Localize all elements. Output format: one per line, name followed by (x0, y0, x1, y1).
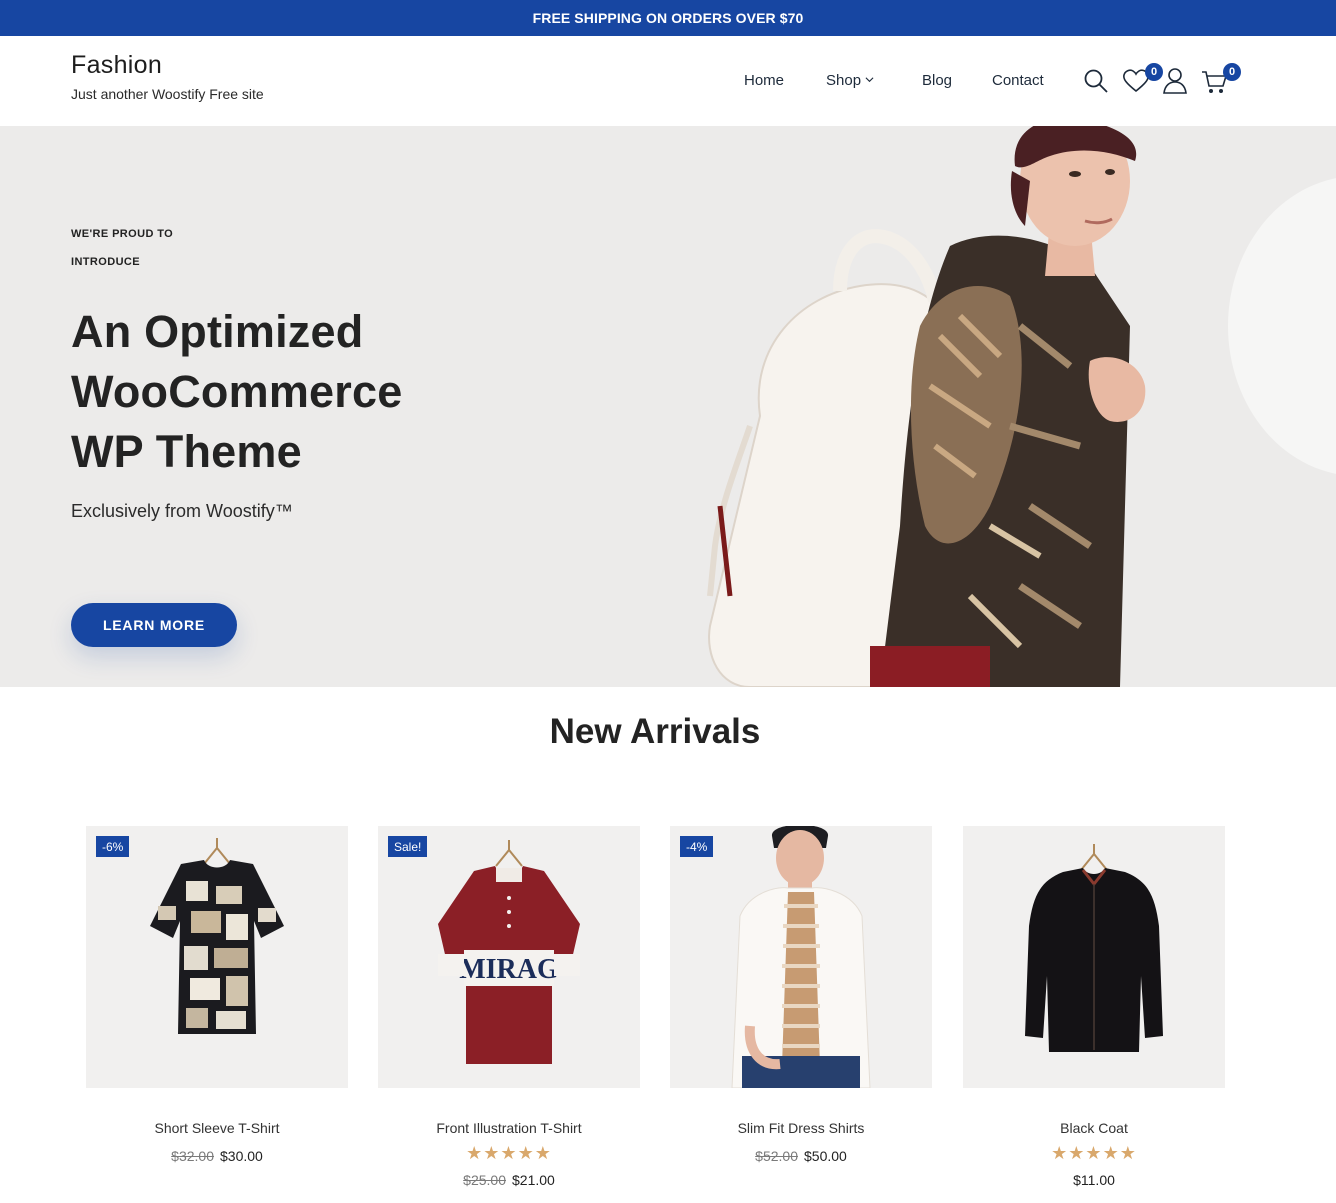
cart-count-badge: 0 (1223, 63, 1241, 81)
product-current-price: $21.00 (512, 1172, 555, 1188)
rating-stars: ★★★★★ (466, 1143, 552, 1163)
nav-contact[interactable]: Contact (992, 72, 1044, 89)
svg-text:MIRAG: MIRAG (459, 954, 559, 985)
black-coat-image (1025, 844, 1163, 1052)
site-header: Fashion Just another Woostify Free site … (0, 36, 1336, 126)
sale-badge: -6% (96, 836, 130, 857)
hero-heading: An Optimized WooCommerce WP Theme (71, 302, 541, 482)
learn-more-button[interactable]: LEARN MORE (71, 603, 237, 647)
product-image[interactable]: -4% (670, 826, 932, 1088)
hero-heading-line: WP Theme (71, 426, 302, 477)
product-old-price: $52.00 (755, 1148, 798, 1164)
product-title[interactable]: Front Illustration T-Shirt (378, 1120, 640, 1136)
product-card: -6% Short Sleeve T-Shirt $32.00 $30.00 (86, 826, 348, 1164)
search-icon[interactable] (1083, 68, 1109, 94)
product-price: $52.00 $50.00 (670, 1148, 932, 1164)
nav-home[interactable]: Home (744, 72, 784, 89)
product-card: MIRAG Sale! Front Illustration T-Shirt ★… (378, 826, 640, 1188)
site-title[interactable]: Fashion (71, 51, 264, 80)
product-old-price: $32.00 (171, 1148, 214, 1164)
product-price: $25.00 $21.00 (378, 1172, 640, 1188)
hero-banner: WE'RE PROUD TO INTRODUCE An Optimized Wo… (0, 126, 1336, 687)
site-tagline: Just another Woostify Free site (71, 86, 264, 102)
product-current-price: $30.00 (220, 1148, 263, 1164)
product-price: $11.00 (963, 1172, 1225, 1188)
chevron-down-icon (865, 77, 874, 83)
hero-decorative-shape (1228, 176, 1336, 476)
hero-kicker: WE'RE PROUD TO INTRODUCE (71, 228, 174, 268)
announcement-bar: FREE SHIPPING ON ORDERS OVER $70 (0, 0, 1336, 36)
hero-subheading: Exclusively from Woostify™ (71, 501, 293, 521)
wishlist-count-badge: 0 (1145, 63, 1163, 81)
nav-shop[interactable]: Shop (826, 72, 874, 89)
product-price: $32.00 $30.00 (86, 1148, 348, 1164)
model-white-shirt-image (731, 826, 871, 1088)
nav-shop-label: Shop (826, 72, 862, 89)
user-account-icon[interactable] (1162, 67, 1188, 95)
product-title[interactable]: Black Coat (963, 1120, 1225, 1136)
product-old-price: $25.00 (463, 1172, 506, 1188)
site-branding: Fashion Just another Woostify Free site (71, 51, 264, 102)
hero-heading-line: WooCommerce (71, 366, 403, 417)
sale-badge: -4% (680, 836, 714, 857)
product-image[interactable]: -6% (86, 826, 348, 1088)
product-image[interactable]: MIRAG Sale! (378, 826, 640, 1088)
product-current-price: $11.00 (1073, 1172, 1115, 1188)
tshirt-red-image: MIRAG (438, 840, 580, 1064)
rating-stars: ★★★★★ (1051, 1143, 1137, 1163)
tshirt-patterned-image (150, 838, 284, 1034)
hero-model-image (707, 126, 1146, 687)
product-image[interactable] (963, 826, 1225, 1088)
hero-heading-line: An Optimized (71, 306, 364, 357)
new-arrivals-heading: New Arrivals (549, 712, 761, 751)
product-card: -4% Slim Fit Dress Shirts $52.00 $50.00 (670, 826, 932, 1164)
product-title[interactable]: Slim Fit Dress Shirts (670, 1120, 932, 1136)
product-card: Black Coat ★★★★★ $11.00 (963, 826, 1225, 1188)
product-title[interactable]: Short Sleeve T-Shirt (86, 1120, 348, 1136)
product-current-price: $50.00 (804, 1148, 847, 1164)
nav-blog[interactable]: Blog (922, 72, 952, 89)
sale-badge: Sale! (388, 836, 428, 857)
announcement-text: FREE SHIPPING ON ORDERS OVER $70 (532, 10, 804, 26)
